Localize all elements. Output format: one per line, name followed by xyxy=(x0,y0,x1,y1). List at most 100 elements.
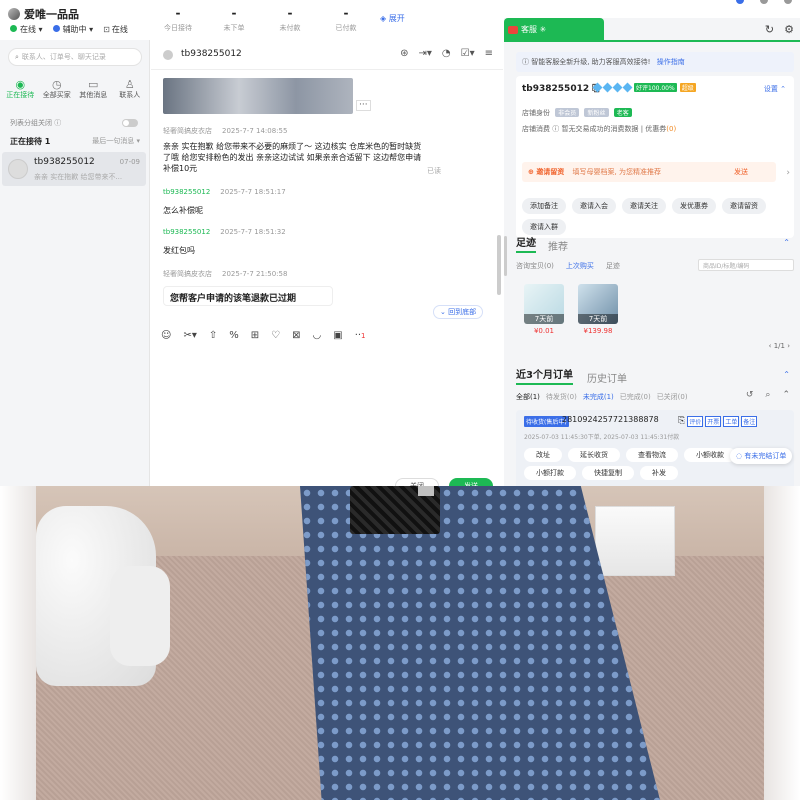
tab-recent-orders[interactable]: 近3个月订单 xyxy=(516,366,573,385)
settings-icon[interactable]: ⚙ xyxy=(784,23,794,36)
window-dot-icon[interactable] xyxy=(736,0,744,4)
percent-icon[interactable]: % xyxy=(229,330,239,341)
refresh-icon[interactable]: ↺ xyxy=(746,390,754,400)
photo-edge xyxy=(0,486,36,800)
sort-dropdown[interactable]: 最后一句消息 ▾ xyxy=(92,136,140,147)
add-note-button[interactable]: 添加备注 xyxy=(522,198,566,214)
small-collect-button[interactable]: 小额收款 xyxy=(684,448,736,462)
order-tags: ⎘ 评价 开票 工单 备注 xyxy=(678,416,758,427)
smile-icon[interactable]: ◡ xyxy=(313,330,322,341)
upload-icon[interactable]: ⇧ xyxy=(209,330,217,341)
order-tag-review[interactable]: 评价 xyxy=(687,416,704,427)
stat-unpaid[interactable]: - 未付款 xyxy=(262,6,318,33)
chat-scrollbar[interactable] xyxy=(497,235,501,295)
filter-to-ship[interactable]: 待发货(0) xyxy=(546,392,577,402)
emoji-icon[interactable]: ☺ xyxy=(161,330,171,341)
reship-button[interactable]: 补发 xyxy=(640,466,678,480)
order-time: 2025-07-03 11:45:30下单, 2025-07-03 11:45:… xyxy=(524,434,680,441)
check-icon[interactable]: ☑▾ xyxy=(461,48,475,59)
order-number[interactable]: 2810924257721388878 xyxy=(562,415,659,424)
filter-footprint[interactable]: 足迹 xyxy=(606,261,620,271)
collapse-icon[interactable]: ⌃ xyxy=(782,390,790,400)
tool-icon: ⊡ xyxy=(103,25,110,34)
tab-recommend[interactable]: 推荐 xyxy=(548,238,568,253)
small-pay-button[interactable]: 小额打款 xyxy=(524,466,576,480)
image-message[interactable] xyxy=(163,78,353,114)
expand-button[interactable]: ◈ 展开 xyxy=(380,13,405,24)
assist-status[interactable]: 辅助中 ▾ xyxy=(52,24,93,35)
tab-customer-service[interactable]: 客服 ✳ xyxy=(504,18,604,40)
product-search-input[interactable]: 商品ID/标题/编码 xyxy=(698,259,794,271)
scissors-icon[interactable]: ✂▾ xyxy=(183,330,196,341)
filter-unfinished[interactable]: 未完成(1) xyxy=(583,392,614,402)
filter-consulted[interactable]: 咨询宝贝(0) xyxy=(516,261,554,271)
invite-follow-button[interactable]: 邀请关注 xyxy=(622,198,666,214)
more-icon[interactable]: ··· xyxy=(356,100,371,111)
change-address-button[interactable]: 改址 xyxy=(524,448,562,462)
invite-banner: ⊕ 邀请留资 填写母婴档案, 为您精准推荐 发送 xyxy=(522,162,776,182)
product-price: ¥139.98 xyxy=(583,327,613,335)
heart-icon[interactable]: ♡ xyxy=(271,330,280,341)
copy-icon[interactable]: ⎘ xyxy=(678,416,685,427)
extend-receipt-button[interactable]: 延长收货 xyxy=(568,448,620,462)
product-item[interactable]: 7天前 ¥0.01 xyxy=(524,284,564,335)
stat-today[interactable]: - 今日接待 xyxy=(150,6,206,33)
invite-send-button[interactable]: 发送 xyxy=(734,167,748,177)
search-icon[interactable]: ⌕ xyxy=(765,390,770,400)
filter-last-purchase[interactable]: 上次购买 xyxy=(566,261,594,271)
right-scrollbar[interactable] xyxy=(504,236,507,276)
collapse-icon[interactable]: ⌃ xyxy=(783,370,790,379)
message-meta: tb938255012 2025-7-7 18:51:17 xyxy=(163,188,286,196)
invite-info-button[interactable]: 邀请留资 xyxy=(722,198,766,214)
more-apps-icon[interactable]: ··1 xyxy=(355,330,366,341)
invite-member-button[interactable]: 邀请入会 xyxy=(572,198,616,214)
tab-footprint[interactable]: 足迹 xyxy=(516,234,536,253)
history-icon[interactable]: ◔ xyxy=(442,48,451,59)
group-toggle-row: 列表分组关闭 ⓘ xyxy=(10,118,138,128)
group-toggle[interactable] xyxy=(122,119,138,127)
gift-icon[interactable]: ⊠ xyxy=(292,330,300,341)
stat-paid[interactable]: - 已付款 xyxy=(318,6,374,33)
order-tag-ticket[interactable]: 工单 xyxy=(723,416,740,427)
unfinished-orders-button[interactable]: ◌ 有未完结订单 xyxy=(730,448,793,464)
person-icon: ♙ xyxy=(124,78,135,91)
robot-icon[interactable]: ⊛ xyxy=(400,48,408,59)
quick-copy-button[interactable]: 快捷复制 xyxy=(582,466,634,480)
menu-icon[interactable]: ≡ xyxy=(485,48,493,59)
shop-icon[interactable]: ▣ xyxy=(333,330,342,341)
collapse-icon[interactable]: ⌃ xyxy=(783,238,790,247)
product-item[interactable]: 7天前 ¥139.98 xyxy=(578,284,618,335)
filter-all[interactable]: 全部(1) xyxy=(516,392,540,402)
customer-settings-link[interactable]: 设置 ⌃ xyxy=(764,84,786,94)
refresh-icon[interactable]: ↻ xyxy=(765,23,774,36)
coupon-icon[interactable]: ⊞ xyxy=(251,330,259,341)
order-tag-invoice[interactable]: 开票 xyxy=(705,416,722,427)
filter-closed[interactable]: 已关闭(0) xyxy=(657,392,688,402)
notification-badge: 1 xyxy=(361,332,366,340)
guide-link[interactable]: 操作指南 xyxy=(657,58,685,66)
customer-card: tb938255012 ⎘ 好评100.00% 超级 设置 ⌃ 店铺身份 非会员… xyxy=(516,76,794,238)
order-tag-note[interactable]: 备注 xyxy=(741,416,758,427)
conversation-item[interactable]: tb938255012 07-09 亲亲 实在拖歉 给您带来不... xyxy=(2,152,146,186)
tool-online-status[interactable]: ⊡ 在线 xyxy=(103,24,128,35)
view-logistics-button[interactable]: 查看物流 xyxy=(626,448,678,462)
chevron-right-icon[interactable]: › xyxy=(786,168,790,178)
window-dot-icon[interactable] xyxy=(760,0,768,4)
nav-other-messages[interactable]: ▭ 其他消息 xyxy=(75,78,111,100)
back-to-bottom-button[interactable]: ⌄ 回到底部 xyxy=(433,305,484,319)
nav-all-buyers[interactable]: ◷ 全部买家 xyxy=(39,78,75,100)
transfer-icon[interactable]: ⇥▾ xyxy=(418,48,431,59)
nav-serving[interactable]: ◉ 正在接待 xyxy=(2,78,38,100)
window-dot-icon[interactable] xyxy=(784,0,792,4)
online-status[interactable]: 在线 ▾ xyxy=(10,24,43,35)
refund-card-message[interactable]: 您帮客户申请的该笔退款已过期 xyxy=(163,286,333,306)
send-coupon-button[interactable]: 发优惠券 xyxy=(672,198,716,214)
nav-contacts[interactable]: ♙ 联系人 xyxy=(112,78,148,100)
product-pager[interactable]: ‹ 1/1 › xyxy=(769,342,790,350)
stat-not-ordered[interactable]: - 未下单 xyxy=(206,6,262,33)
tab-history-orders[interactable]: 历史订单 xyxy=(587,370,627,385)
contact-search-input[interactable]: ⌕ 联系人、订单号、聊天记录 xyxy=(8,48,142,66)
filter-finished[interactable]: 已完成(0) xyxy=(620,392,651,402)
invite-group-button[interactable]: 邀请入群 xyxy=(522,219,566,235)
message-icon: ▭ xyxy=(88,78,99,91)
